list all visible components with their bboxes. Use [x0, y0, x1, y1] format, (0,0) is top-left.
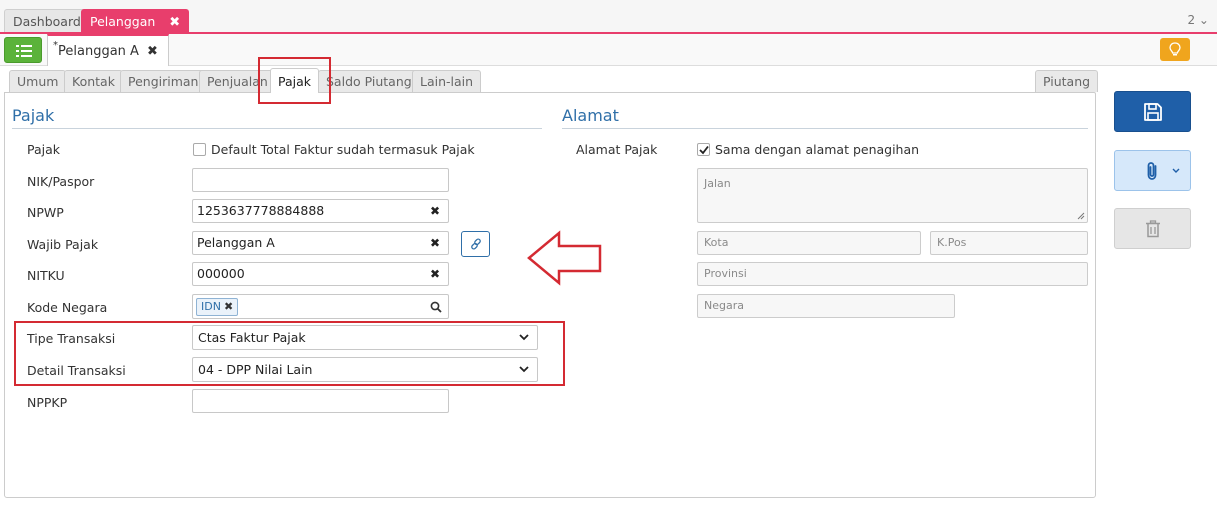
paperclip-icon [1147, 162, 1157, 180]
same-address-checkbox[interactable] [697, 143, 710, 156]
kota-input[interactable]: Kota [697, 231, 921, 255]
tab-piutang-label: Piutang [1043, 74, 1091, 89]
tipe-transaksi-value: Ctas Faktur Pajak [198, 330, 306, 345]
label-alamat-pajak: Alamat Pajak [576, 142, 658, 157]
record-tab-label: Pelanggan A [58, 44, 139, 59]
nik-input[interactable] [192, 168, 449, 192]
label-pajak: Pajak [27, 142, 61, 157]
tab-dashboard-label: Dashboard [13, 14, 81, 29]
close-icon[interactable]: ✖ [147, 44, 158, 59]
record-tab-pelanggan-a[interactable]: *Pelanggan A ✖ [47, 34, 169, 66]
list-icon [16, 45, 32, 57]
clear-icon[interactable]: ✖ [430, 232, 440, 254]
label-npwp: NPWP [27, 205, 64, 220]
label-wajib-pajak: Wajib Pajak [27, 237, 99, 252]
wajib-pajak-input[interactable]: Pelanggan A ✖ [192, 231, 449, 255]
nitku-input[interactable]: 000000 ✖ [192, 262, 449, 286]
chevron-down-icon [519, 366, 529, 373]
trash-icon [1146, 220, 1160, 238]
same-address-label: Sama dengan alamat penagihan [715, 142, 920, 157]
tab-penjualan-label: Penjualan [207, 74, 268, 89]
chevron-down-icon [519, 334, 529, 341]
wajib-pajak-value: Pelanggan A [197, 235, 275, 250]
save-button[interactable] [1114, 91, 1191, 132]
lightbulb-icon [1169, 42, 1181, 56]
tab-pengiriman-label: Pengiriman [128, 74, 199, 89]
default-total-checkbox[interactable] [193, 143, 206, 156]
open-tabs-counter[interactable]: 2 ⌄ [1187, 13, 1209, 27]
country-chip-idn[interactable]: IDN ✖ [196, 298, 239, 316]
list-button[interactable] [4, 37, 42, 63]
tab-pajak-label: Pajak [278, 74, 312, 89]
negara-placeholder: Negara [704, 299, 744, 312]
label-nik: NIK/Paspor [27, 174, 95, 189]
tab-pengiriman[interactable]: Pengiriman [120, 70, 207, 92]
tab-dashboard[interactable]: Dashboard [4, 9, 90, 32]
detail-transaksi-value: 04 - DPP Nilai Lain [198, 362, 313, 377]
label-nppkp: NPPKP [27, 395, 68, 410]
label-nitku: NITKU [27, 268, 65, 283]
delete-button[interactable] [1114, 208, 1191, 249]
record-tab-bar: *Pelanggan A ✖ [0, 34, 1217, 66]
close-icon[interactable]: ✖ [169, 15, 180, 30]
tab-umum[interactable]: Umum [9, 70, 67, 92]
chevron-down-icon [1172, 168, 1180, 173]
country-chip-label: IDN [201, 300, 221, 313]
detail-transaksi-select[interactable]: 04 - DPP Nilai Lain [192, 357, 538, 382]
attachment-button[interactable] [1114, 150, 1191, 191]
tips-button[interactable] [1160, 38, 1190, 61]
tab-kontak[interactable]: Kontak [64, 70, 123, 92]
link-button[interactable] [461, 231, 490, 257]
label-kode-negara: Kode Negara [27, 300, 108, 315]
tab-umum-label: Umum [17, 74, 59, 89]
search-icon [430, 301, 442, 313]
tab-kontak-label: Kontak [72, 74, 115, 89]
jalan-placeholder: Jalan [704, 177, 731, 190]
section-heading-pajak: Pajak [12, 106, 55, 125]
kota-placeholder: Kota [704, 236, 729, 249]
section-divider [12, 128, 542, 129]
save-icon [1144, 103, 1162, 121]
kpos-input[interactable]: K.Pos [930, 231, 1088, 255]
clear-icon[interactable]: ✖ [430, 263, 440, 285]
checkmark-icon [699, 145, 709, 155]
label-tipe-transaksi: Tipe Transaksi [27, 331, 116, 346]
provinsi-input[interactable]: Provinsi [697, 262, 1088, 286]
jalan-textarea[interactable]: Jalan [697, 168, 1088, 223]
tab-pelanggan[interactable]: Pelanggan ✖ [81, 9, 190, 32]
link-icon [471, 238, 481, 250]
top-tab-bar: Dashboard Pelanggan ✖ 2 ⌄ [0, 0, 1217, 34]
tab-piutang[interactable]: Piutang [1035, 70, 1099, 92]
provinsi-placeholder: Provinsi [704, 267, 747, 280]
tab-saldo-piutang[interactable]: Saldo Piutang [318, 70, 420, 92]
arrow-left-annotation [527, 230, 602, 286]
tab-pajak[interactable]: Pajak [270, 68, 320, 93]
tab-lain-lain[interactable]: Lain-lain [412, 70, 482, 92]
label-detail-transaksi: Detail Transaksi [27, 363, 126, 378]
clear-icon[interactable]: ✖ [430, 200, 440, 222]
tab-lain-lain-label: Lain-lain [420, 74, 474, 89]
section-divider [562, 128, 1088, 129]
tipe-transaksi-select[interactable]: Ctas Faktur Pajak [192, 325, 538, 350]
unsaved-mark: * [53, 40, 58, 51]
npwp-value: 1253637778884888 [197, 203, 325, 218]
remove-chip-icon[interactable]: ✖ [224, 300, 233, 313]
tab-penjualan[interactable]: Penjualan [199, 70, 276, 92]
default-total-label: Default Total Faktur sudah termasuk Paja… [211, 142, 475, 157]
negara-input[interactable]: Negara [697, 294, 955, 318]
kpos-placeholder: K.Pos [937, 236, 967, 249]
npwp-input[interactable]: 1253637778884888 ✖ [192, 199, 449, 223]
section-heading-alamat: Alamat [562, 106, 619, 125]
nitku-value: 000000 [197, 266, 245, 281]
tab-saldo-piutang-label: Saldo Piutang [326, 74, 412, 89]
resize-handle-icon[interactable] [1077, 212, 1085, 220]
tab-pelanggan-label: Pelanggan [90, 14, 156, 29]
nppkp-input[interactable] [192, 389, 449, 413]
